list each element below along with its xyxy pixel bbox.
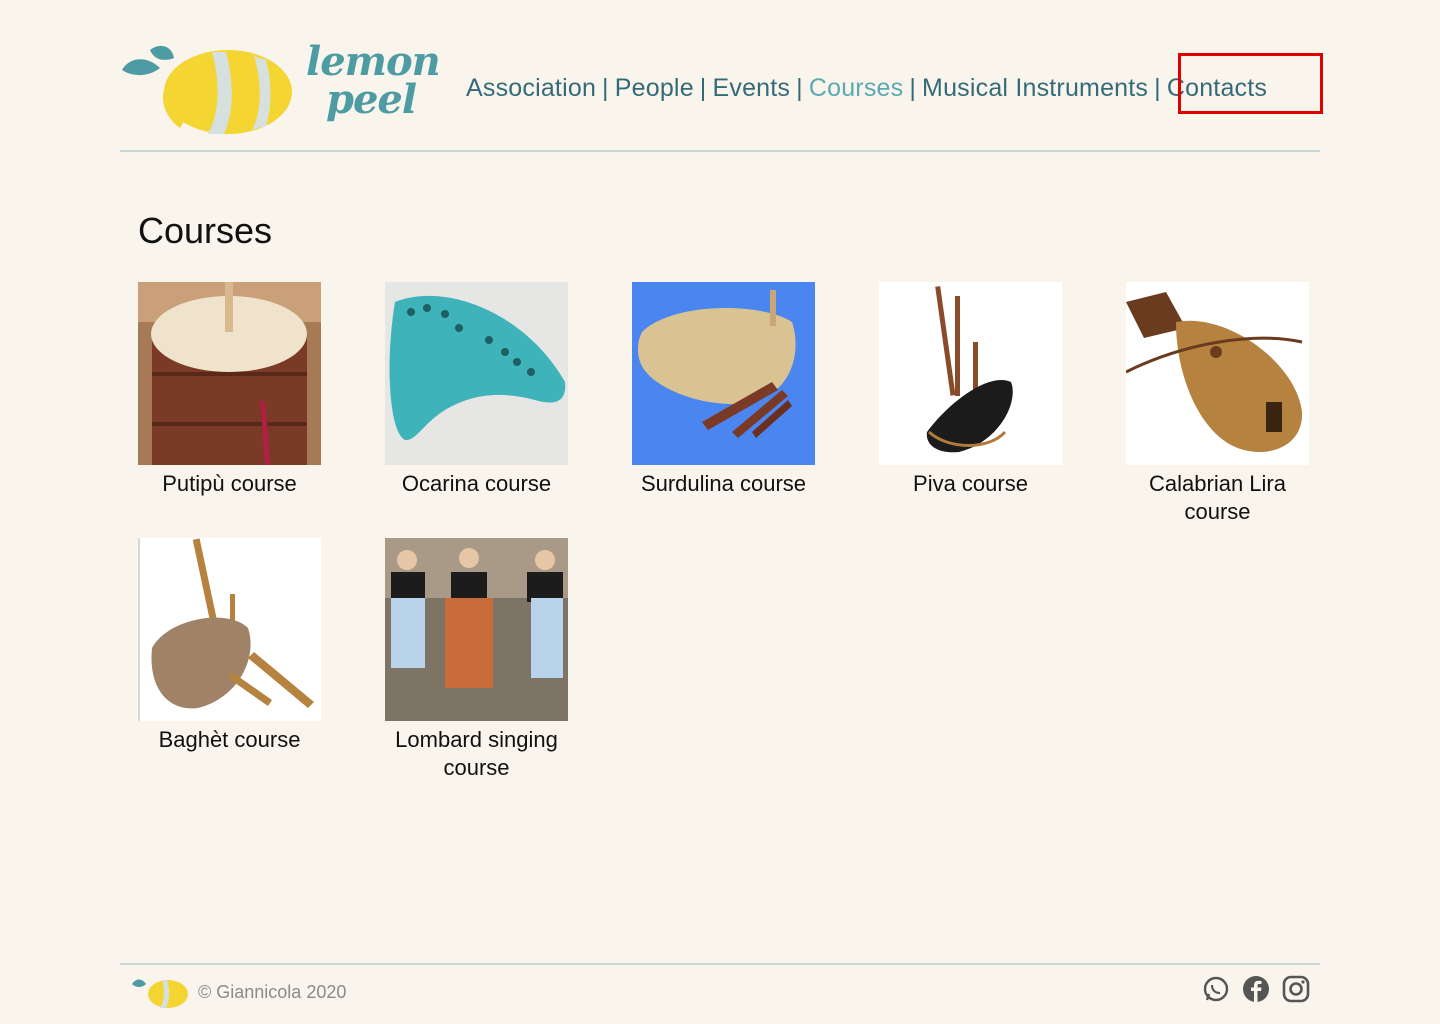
contacts-highlight-box — [1178, 53, 1323, 114]
nav-events[interactable]: Events — [713, 74, 791, 102]
whatsapp-icon[interactable] — [1202, 975, 1230, 1003]
main-nav: Association | People | Events | Courses | Musica… — [466, 74, 1267, 103]
calabrian-lira-image[interactable] — [1126, 282, 1309, 465]
course-card-baghet[interactable]: Baghèt course — [138, 538, 321, 754]
course-label[interactable]: Calabrian Lira course — [1126, 470, 1309, 526]
nav-separator: | — [602, 74, 609, 102]
course-card-ocarina[interactable]: Ocarina course — [385, 282, 568, 498]
header-divider — [120, 150, 1320, 152]
course-label[interactable]: Lombard singing course — [385, 726, 568, 782]
course-label[interactable]: Putipù course — [138, 470, 321, 498]
course-label[interactable]: Baghèt course — [138, 726, 321, 754]
nav-courses[interactable]: Courses — [809, 74, 904, 102]
footer-lemon-logo — [132, 979, 188, 1008]
lemon-icon — [122, 45, 292, 134]
course-card-surdulina[interactable]: Surdulina course — [632, 282, 815, 498]
putipu-drum-image[interactable] — [138, 282, 321, 465]
lombard-singing-image[interactable] — [385, 538, 568, 721]
piva-image[interactable] — [879, 282, 1062, 465]
lemon-peel-logo[interactable]: lemon peel — [120, 42, 441, 138]
course-label[interactable]: Surdulina course — [632, 470, 815, 498]
copyright-text: © Giannicola 2020 — [198, 982, 347, 1002]
baghet-image[interactable] — [138, 538, 321, 721]
footer-divider — [120, 963, 1320, 965]
instagram-icon[interactable] — [1282, 975, 1310, 1003]
logo-text-peel: peel — [326, 76, 417, 123]
nav-separator: | — [1154, 74, 1161, 102]
course-card-calabrian-lira[interactable]: Calabrian Lira course — [1126, 282, 1309, 526]
ocarina-image[interactable] — [385, 282, 568, 465]
facebook-icon[interactable] — [1242, 975, 1270, 1003]
surdulina-image[interactable] — [632, 282, 815, 465]
course-label[interactable]: Piva course — [879, 470, 1062, 498]
nav-people[interactable]: People — [615, 74, 694, 102]
course-card-putipu[interactable]: Putipù course — [138, 282, 321, 498]
nav-association[interactable]: Association — [466, 74, 596, 102]
page-title: Courses — [138, 210, 273, 251]
nav-separator: | — [796, 74, 803, 102]
course-label[interactable]: Ocarina course — [385, 470, 568, 498]
nav-separator: | — [909, 74, 917, 102]
course-card-lombard-singing[interactable]: Lombard singing course — [385, 538, 568, 782]
header: lemon peel Association | People | Events | Cou… — [120, 30, 1320, 150]
course-card-piva[interactable]: Piva course — [879, 282, 1062, 498]
nav-separator: | — [699, 74, 707, 102]
nav-musical-instruments[interactable]: Musical Instruments — [922, 74, 1148, 102]
